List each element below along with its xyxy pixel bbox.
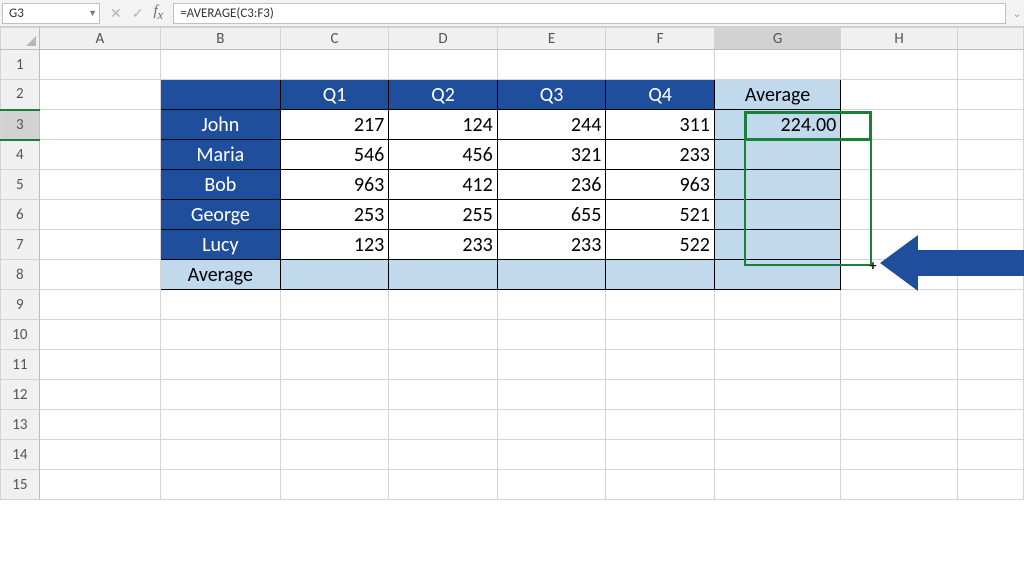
cell-D3[interactable]: 124 [389,110,498,140]
col-header-A[interactable]: A [39,28,160,50]
col-q4[interactable]: Q4 [606,80,715,110]
formula-bar-buttons: ✕ ✓ fx [104,3,169,23]
col-header-C[interactable]: C [280,28,389,50]
cell-E6[interactable]: 655 [497,200,606,230]
cell-F3[interactable]: 311 [606,110,715,140]
cell-D6[interactable]: 255 [389,200,498,230]
col-header-H[interactable]: H [841,28,958,50]
cell-G3[interactable]: 224.00 [714,110,840,140]
spreadsheet-grid: A B C D E F G H 1 2 Q1 Q2 Q3 Q4 Average … [0,27,1024,500]
cell-D4[interactable]: 456 [389,140,498,170]
cell-F6[interactable]: 521 [606,200,715,230]
row-header-5[interactable]: 5 [1,170,40,200]
row-header-11[interactable]: 11 [1,350,40,380]
cell-E8[interactable] [497,260,606,290]
row-13: 13 [1,410,1024,440]
formula-bar: G3 ▼ ✕ ✓ fx =AVERAGE(C3:F3) ⌄ [0,0,1024,27]
cell-F4[interactable]: 233 [606,140,715,170]
cancel-icon[interactable]: ✕ [110,5,122,22]
cell-F7[interactable]: 522 [606,230,715,260]
cell-C7[interactable]: 123 [280,230,389,260]
col-header-G[interactable]: G [714,28,840,50]
cell-F8[interactable] [606,260,715,290]
col-header-E[interactable]: E [497,28,606,50]
row-header-15[interactable]: 15 [1,470,40,500]
cell-C8[interactable] [280,260,389,290]
row-15: 15 [1,470,1024,500]
row-5: 5 Bob 963 412 236 963 [1,170,1024,200]
cell-C5[interactable]: 963 [280,170,389,200]
dropdown-icon[interactable]: ▼ [88,8,97,19]
col-average[interactable]: Average [714,80,840,110]
column-headers: A B C D E F G H [1,28,1024,50]
col-q1[interactable]: Q1 [280,80,389,110]
cell-E3[interactable]: 244 [497,110,606,140]
row-11: 11 [1,350,1024,380]
row-header-3[interactable]: 3 [1,110,40,140]
cell-E4[interactable]: 321 [497,140,606,170]
enter-icon[interactable]: ✓ [132,5,144,22]
cell-D7[interactable]: 233 [389,230,498,260]
row-header-13[interactable]: 13 [1,410,40,440]
row-header-1[interactable]: 1 [1,50,40,80]
cell-G7[interactable] [714,230,840,260]
row-header-10[interactable]: 10 [1,320,40,350]
cell-G4[interactable] [714,140,840,170]
row-8: 8 Average [1,260,1024,290]
row-6: 6 George 253 255 655 521 [1,200,1024,230]
col-header-B[interactable]: B [160,28,280,50]
cell-G5[interactable] [714,170,840,200]
row-george[interactable]: George [160,200,280,230]
fx-icon[interactable]: fx [153,3,163,23]
cell-E7[interactable]: 233 [497,230,606,260]
row-header-14[interactable]: 14 [1,440,40,470]
row-lucy[interactable]: Lucy [160,230,280,260]
cell-D5[interactable]: 412 [389,170,498,200]
name-box[interactable]: G3 ▼ [2,3,100,24]
row-header-2[interactable]: 2 [1,80,40,110]
row-maria[interactable]: Maria [160,140,280,170]
row-7: 7 Lucy 123 233 233 522 [1,230,1024,260]
cell-C4[interactable]: 546 [280,140,389,170]
cell-G6[interactable] [714,200,840,230]
row-header-7[interactable]: 7 [1,230,40,260]
cell-C6[interactable]: 253 [280,200,389,230]
select-all-corner[interactable] [1,28,40,50]
formula-input[interactable]: =AVERAGE(C3:F3) [173,3,1006,24]
col-header-F[interactable]: F [606,28,715,50]
annotation-arrow [880,235,1020,291]
cell-C3[interactable]: 217 [280,110,389,140]
col-q2[interactable]: Q2 [389,80,498,110]
row-john[interactable]: John [160,110,280,140]
cell-G8[interactable] [714,260,840,290]
row-header-6[interactable]: 6 [1,200,40,230]
cell-D8[interactable] [389,260,498,290]
col-q3[interactable]: Q3 [497,80,606,110]
grid-table[interactable]: A B C D E F G H 1 2 Q1 Q2 Q3 Q4 Average … [0,27,1024,500]
row-2: 2 Q1 Q2 Q3 Q4 Average [1,80,1024,110]
row-4: 4 Maria 546 456 321 233 [1,140,1024,170]
expand-formula-bar-icon[interactable]: ⌄ [1010,7,1024,20]
row-12: 12 [1,380,1024,410]
row-header-12[interactable]: 12 [1,380,40,410]
table-corner[interactable] [160,80,280,110]
row-1: 1 [1,50,1024,80]
cell-F5[interactable]: 963 [606,170,715,200]
row-14: 14 [1,440,1024,470]
row-average[interactable]: Average [160,260,280,290]
row-header-9[interactable]: 9 [1,290,40,320]
row-3: 3 John 217 124 244 311 224.00 [1,110,1024,140]
col-header-D[interactable]: D [389,28,498,50]
formula-text: =AVERAGE(C3:F3) [180,6,274,21]
row-10: 10 [1,320,1024,350]
col-header-extra[interactable] [957,28,1023,50]
cell-E5[interactable]: 236 [497,170,606,200]
row-header-4[interactable]: 4 [1,140,40,170]
row-header-8[interactable]: 8 [1,260,40,290]
name-box-value: G3 [9,6,24,21]
row-bob[interactable]: Bob [160,170,280,200]
row-9: 9 [1,290,1024,320]
